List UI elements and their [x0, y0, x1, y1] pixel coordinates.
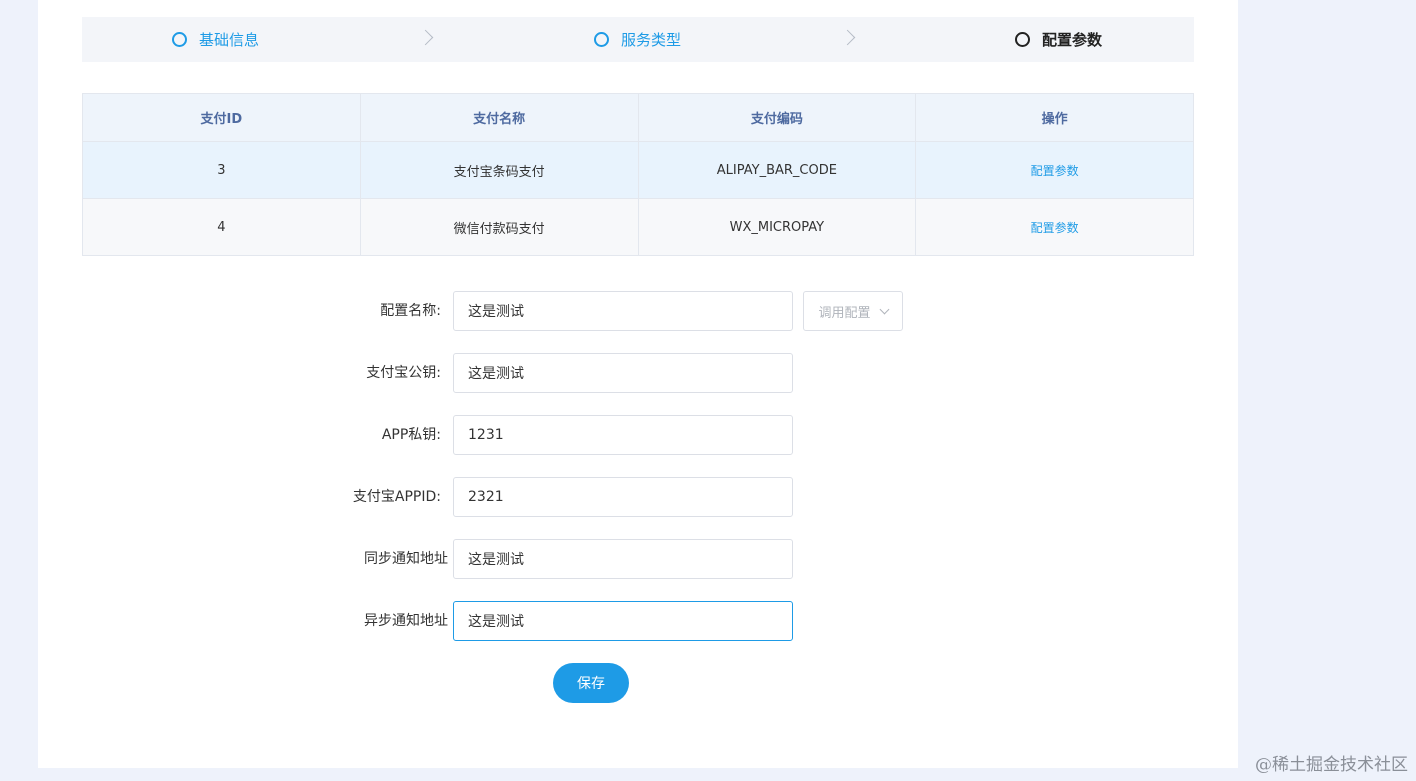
alipay-appid-label: 支付宝APPID: — [352, 489, 441, 505]
step-circle-icon — [1015, 32, 1030, 47]
chevron-down-icon — [879, 304, 889, 314]
alipay-public-key-input[interactable] — [453, 353, 793, 393]
alipay-appid-input[interactable] — [453, 477, 793, 517]
cell-action: 配置参数 — [915, 198, 1194, 256]
column-header: 操作 — [915, 93, 1194, 142]
form-row-config-name: 配置名称: 调用配置 — [38, 291, 1238, 331]
main-panel: 基础信息 服务类型 配置参数 支付ID 支付名称 支付编码 操作 3 支付宝条码… — [38, 0, 1238, 768]
column-header: 支付编码 — [637, 93, 917, 142]
payment-table: 支付ID 支付名称 支付编码 操作 3 支付宝条码支付 ALIPAY_BAR_C… — [82, 93, 1194, 256]
async-notify-url-label: 异步通知地址 — [364, 613, 448, 629]
sync-notify-url-label: 同步通知地址 — [364, 551, 448, 567]
app-private-key-input[interactable] — [453, 415, 793, 455]
cell-pay-id: 4 — [82, 198, 361, 256]
sync-notify-url-input[interactable] — [453, 539, 793, 579]
cell-pay-id: 3 — [82, 141, 361, 199]
form-row-sync-notify-url: 同步通知地址 — [38, 539, 1238, 579]
step-circle-icon — [594, 32, 609, 47]
form-row-alipay-public-key: 支付宝公钥: — [38, 353, 1238, 393]
column-header: 支付名称 — [359, 93, 639, 142]
cell-pay-name: 支付宝条码支付 — [359, 141, 639, 199]
step-basic-info: 基础信息 — [172, 17, 259, 62]
call-config-select[interactable]: 调用配置 — [803, 291, 903, 331]
watermark: @稀土掘金技术社区 — [1255, 755, 1408, 775]
step-label: 基础信息 — [199, 31, 260, 49]
step-label: 配置参数 — [1042, 31, 1103, 49]
step-config-params: 配置参数 — [1015, 17, 1102, 62]
cell-pay-name: 微信付款码支付 — [359, 198, 639, 256]
cell-pay-code: WX_MICROPAY — [637, 198, 917, 256]
config-name-input[interactable] — [453, 291, 793, 331]
step-label: 服务类型 — [621, 31, 682, 49]
alipay-public-key-label: 支付宝公钥: — [366, 365, 441, 381]
form-row-app-private-key: APP私钥: — [38, 415, 1238, 455]
save-button[interactable]: 保存 — [553, 663, 629, 703]
form-row-alipay-appid: 支付宝APPID: — [38, 477, 1238, 517]
step-service-type: 服务类型 — [594, 17, 681, 62]
app-private-key-label: APP私钥: — [381, 427, 441, 443]
step-indicator: 基础信息 服务类型 配置参数 — [82, 17, 1194, 62]
step-circle-icon — [172, 32, 187, 47]
table-row[interactable]: 4 微信付款码支付 WX_MICROPAY 配置参数 — [82, 198, 1194, 256]
table-row[interactable]: 3 支付宝条码支付 ALIPAY_BAR_CODE 配置参数 — [82, 141, 1194, 199]
call-config-label: 调用配置 — [818, 305, 871, 321]
column-header: 支付ID — [82, 93, 361, 142]
config-params-link[interactable]: 配置参数 — [1031, 221, 1079, 235]
async-notify-url-input[interactable] — [453, 601, 793, 641]
chevron-right-icon — [417, 29, 434, 46]
cell-action: 配置参数 — [915, 141, 1194, 199]
chevron-right-icon — [839, 29, 856, 46]
config-name-label: 配置名称: — [380, 303, 441, 319]
cell-pay-code: ALIPAY_BAR_CODE — [637, 141, 917, 199]
config-params-link[interactable]: 配置参数 — [1031, 164, 1079, 178]
table-header-row: 支付ID 支付名称 支付编码 操作 — [82, 93, 1194, 142]
form-row-async-notify-url: 异步通知地址 — [38, 601, 1238, 641]
